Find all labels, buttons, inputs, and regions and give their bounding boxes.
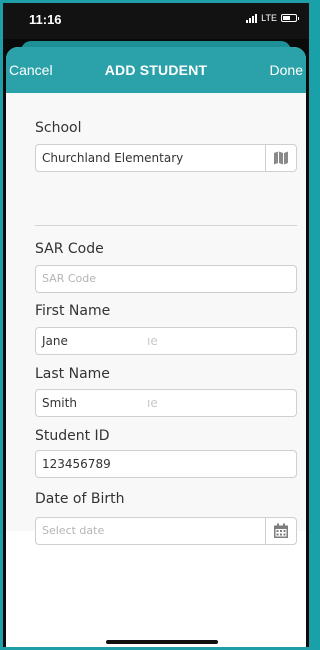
status-time: 11:16 <box>29 12 62 27</box>
student-id-label: Student ID <box>35 428 110 444</box>
status-indicators: LTE <box>246 13 299 23</box>
first-name-value: Jane <box>42 334 68 348</box>
page-title: ADD STUDENT <box>104 62 208 78</box>
done-button[interactable]: Done <box>270 62 303 78</box>
last-name-label: Last Name <box>35 366 110 382</box>
last-name-input[interactable]: Smith ıe <box>35 389 297 417</box>
phone-frame: 11:16 LTE Cancel ADD STUDENT Done School… <box>0 0 312 650</box>
last-name-ghost-text: ıe <box>147 396 158 410</box>
sar-code-label: SAR Code <box>35 241 104 257</box>
add-student-sheet: Cancel ADD STUDENT Done School Churchlan… <box>6 47 306 647</box>
signal-bars-icon <box>246 13 258 23</box>
map-icon <box>274 151 288 165</box>
date-of-birth-placeholder: Select date <box>42 524 105 537</box>
school-field[interactable]: Churchland Elementary <box>35 144 297 172</box>
calendar-icon <box>274 523 288 538</box>
section-divider <box>35 225 297 226</box>
battery-icon <box>281 14 299 22</box>
sar-code-input[interactable]: SAR Code <box>35 265 297 293</box>
date-of-birth-field[interactable]: Select date <box>35 517 297 545</box>
school-label: School <box>35 120 82 136</box>
status-bar: 11:16 LTE <box>3 3 309 39</box>
nav-bar: Cancel ADD STUDENT Done <box>6 47 306 93</box>
school-map-button[interactable] <box>265 145 296 171</box>
first-name-label: First Name <box>35 303 111 319</box>
home-indicator[interactable] <box>106 640 218 644</box>
first-name-input[interactable]: Jane ıe <box>35 327 297 355</box>
last-name-value: Smith <box>42 396 77 410</box>
date-of-birth-label: Date of Birth <box>35 491 125 507</box>
network-label: LTE <box>261 13 277 23</box>
student-id-input[interactable]: 123456789 <box>35 450 297 478</box>
date-picker-button[interactable] <box>265 518 296 544</box>
school-value: Churchland Elementary <box>42 151 184 165</box>
student-form: School Churchland Elementary SAR Code SA… <box>6 93 306 545</box>
first-name-ghost-text: ıe <box>147 334 158 348</box>
